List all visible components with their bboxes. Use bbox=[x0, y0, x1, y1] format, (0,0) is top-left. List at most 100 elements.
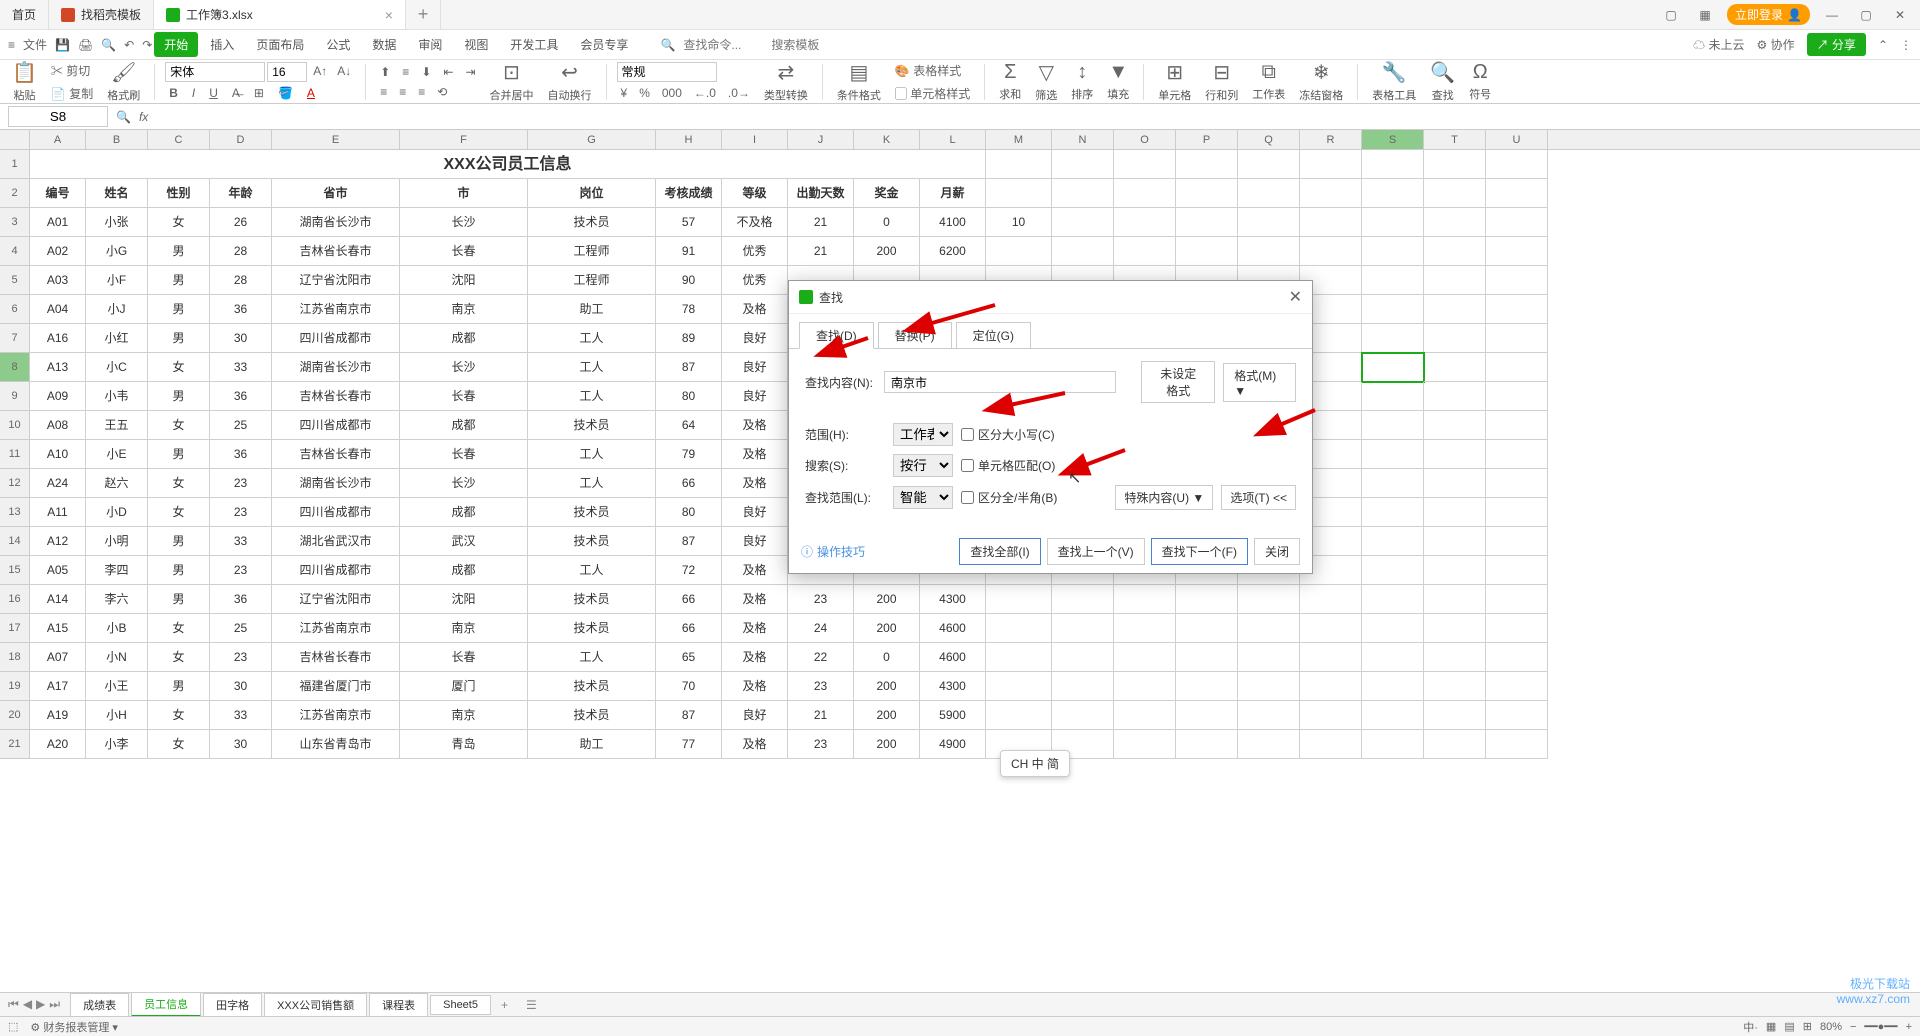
cell-J16[interactable]: 23 bbox=[788, 585, 854, 614]
cell-A7[interactable]: A16 bbox=[30, 324, 86, 353]
cell-C12[interactable]: 女 bbox=[148, 469, 210, 498]
cell-T7[interactable] bbox=[1424, 324, 1486, 353]
row-header-10[interactable]: 10 bbox=[0, 411, 30, 440]
cell-I11[interactable]: 及格 bbox=[722, 440, 788, 469]
row-header-13[interactable]: 13 bbox=[0, 498, 30, 527]
cell-I10[interactable]: 及格 bbox=[722, 411, 788, 440]
cell-D9[interactable]: 36 bbox=[210, 382, 272, 411]
cell-T1[interactable] bbox=[1424, 150, 1486, 179]
cell-F12[interactable]: 长沙 bbox=[400, 469, 528, 498]
cell-P1[interactable] bbox=[1176, 150, 1238, 179]
cell-E4[interactable]: 吉林省长春市 bbox=[272, 237, 400, 266]
currency-icon[interactable]: ¥ bbox=[617, 84, 632, 102]
cell-U17[interactable] bbox=[1486, 614, 1548, 643]
cell-I9[interactable]: 良好 bbox=[722, 382, 788, 411]
cell-T5[interactable] bbox=[1424, 266, 1486, 295]
login-button[interactable]: 立即登录👤 bbox=[1727, 4, 1810, 25]
cell-D3[interactable]: 26 bbox=[210, 208, 272, 237]
cell-H10[interactable]: 64 bbox=[656, 411, 722, 440]
row-header-11[interactable]: 11 bbox=[0, 440, 30, 469]
cell-I21[interactable]: 及格 bbox=[722, 730, 788, 759]
col-header-O[interactable]: O bbox=[1114, 130, 1176, 149]
cell-F21[interactable]: 青岛 bbox=[400, 730, 528, 759]
cell-D4[interactable]: 28 bbox=[210, 237, 272, 266]
cell-S18[interactable] bbox=[1362, 643, 1424, 672]
cell-E14[interactable]: 湖北省武汉市 bbox=[272, 527, 400, 556]
find-next-button[interactable]: 查找下一个(F) bbox=[1151, 538, 1248, 565]
cell-F13[interactable]: 成都 bbox=[400, 498, 528, 527]
cell-K21[interactable]: 200 bbox=[854, 730, 920, 759]
cell-O20[interactable] bbox=[1114, 701, 1176, 730]
col-header-H[interactable]: H bbox=[656, 130, 722, 149]
min-button[interactable]: — bbox=[1820, 8, 1844, 22]
cell-E5[interactable]: 辽宁省沈阳市 bbox=[272, 266, 400, 295]
add-sheet-button[interactable]: + bbox=[493, 998, 516, 1012]
cell-A17[interactable]: A15 bbox=[30, 614, 86, 643]
row-header-6[interactable]: 6 bbox=[0, 295, 30, 324]
cell-C7[interactable]: 男 bbox=[148, 324, 210, 353]
cell-N20[interactable] bbox=[1052, 701, 1114, 730]
dialog-close-button[interactable]: ✕ bbox=[1289, 287, 1302, 307]
cell-D10[interactable]: 25 bbox=[210, 411, 272, 440]
col-header-T[interactable]: T bbox=[1424, 130, 1486, 149]
cell-S1[interactable] bbox=[1362, 150, 1424, 179]
cell-U19[interactable] bbox=[1486, 672, 1548, 701]
cell-U18[interactable] bbox=[1486, 643, 1548, 672]
cell-F2[interactable]: 市 bbox=[400, 179, 528, 208]
type-convert[interactable]: ⇄类型转换 bbox=[760, 60, 812, 103]
cell-I16[interactable]: 及格 bbox=[722, 585, 788, 614]
cell-C6[interactable]: 男 bbox=[148, 295, 210, 324]
cell-S12[interactable] bbox=[1362, 469, 1424, 498]
bold-icon[interactable]: B bbox=[165, 84, 182, 102]
rtab-start[interactable]: 开始 bbox=[154, 32, 198, 57]
cell-Q1[interactable] bbox=[1238, 150, 1300, 179]
row-header-12[interactable]: 12 bbox=[0, 469, 30, 498]
cell-U4[interactable] bbox=[1486, 237, 1548, 266]
cell-T14[interactable] bbox=[1424, 527, 1486, 556]
cell-S7[interactable] bbox=[1362, 324, 1424, 353]
cell-T18[interactable] bbox=[1424, 643, 1486, 672]
cell-G10[interactable]: 技术员 bbox=[528, 411, 656, 440]
cell-K18[interactable]: 0 bbox=[854, 643, 920, 672]
cell-Q16[interactable] bbox=[1238, 585, 1300, 614]
col-header-C[interactable]: C bbox=[148, 130, 210, 149]
tab-add[interactable]: + bbox=[406, 0, 442, 29]
print-icon[interactable]: 🖨 bbox=[78, 38, 93, 52]
row-header-14[interactable]: 14 bbox=[0, 527, 30, 556]
cell-S9[interactable] bbox=[1362, 382, 1424, 411]
cell-R16[interactable] bbox=[1300, 585, 1362, 614]
col-header-J[interactable]: J bbox=[788, 130, 854, 149]
symbol-group[interactable]: Ω符号 bbox=[1465, 61, 1495, 102]
find-all-button[interactable]: 查找全部(I) bbox=[959, 538, 1040, 565]
cell-I4[interactable]: 优秀 bbox=[722, 237, 788, 266]
cell-C21[interactable]: 女 bbox=[148, 730, 210, 759]
cell-D15[interactable]: 23 bbox=[210, 556, 272, 585]
range-select[interactable]: 工作表 bbox=[893, 423, 953, 446]
cell-E11[interactable]: 吉林省长春市 bbox=[272, 440, 400, 469]
cell-M19[interactable] bbox=[986, 672, 1052, 701]
cell-H21[interactable]: 77 bbox=[656, 730, 722, 759]
cell-T19[interactable] bbox=[1424, 672, 1486, 701]
cell-E13[interactable]: 四川省成都市 bbox=[272, 498, 400, 527]
menu-icon[interactable]: ≡ bbox=[8, 38, 15, 52]
cell-O2[interactable] bbox=[1114, 179, 1176, 208]
cell-N3[interactable] bbox=[1052, 208, 1114, 237]
cell-F10[interactable]: 成都 bbox=[400, 411, 528, 440]
cell-Q4[interactable] bbox=[1238, 237, 1300, 266]
tab-workbook[interactable]: 工作簿3.xlsx× bbox=[154, 0, 406, 29]
cell-I13[interactable]: 良好 bbox=[722, 498, 788, 527]
fill-group[interactable]: ▼填充 bbox=[1103, 61, 1133, 102]
cell-G6[interactable]: 助工 bbox=[528, 295, 656, 324]
cell-E12[interactable]: 湖南省长沙市 bbox=[272, 469, 400, 498]
cell-E3[interactable]: 湖南省长沙市 bbox=[272, 208, 400, 237]
col-header-F[interactable]: F bbox=[400, 130, 528, 149]
more-icon[interactable]: ⋮ bbox=[1900, 38, 1912, 52]
cell-T21[interactable] bbox=[1424, 730, 1486, 759]
cell-S3[interactable] bbox=[1362, 208, 1424, 237]
cell-U16[interactable] bbox=[1486, 585, 1548, 614]
cell-G11[interactable]: 工人 bbox=[528, 440, 656, 469]
cell-B3[interactable]: 小张 bbox=[86, 208, 148, 237]
percent-icon[interactable]: % bbox=[635, 84, 654, 102]
cell-P4[interactable] bbox=[1176, 237, 1238, 266]
cell-G3[interactable]: 技术员 bbox=[528, 208, 656, 237]
